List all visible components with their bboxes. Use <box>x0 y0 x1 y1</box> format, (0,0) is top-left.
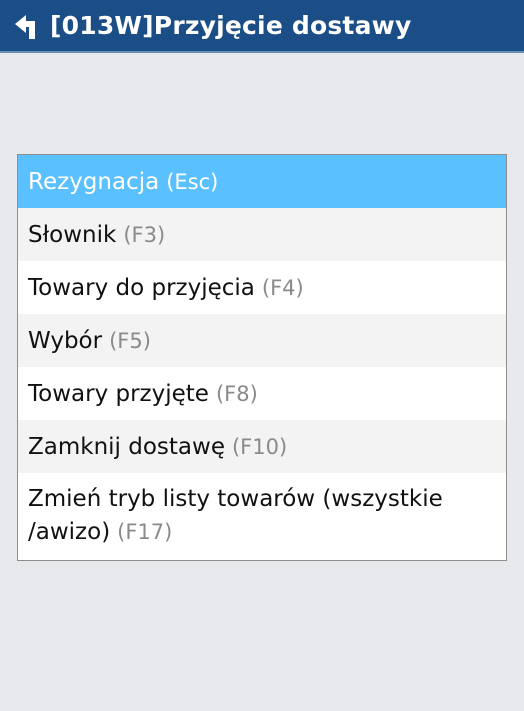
menu-item-shortcut: (F10) <box>231 434 288 459</box>
menu-item-label: Zmień tryb listy towarów (wszystkie /awi… <box>28 486 443 545</box>
menu-item-label: Wybór <box>28 327 103 354</box>
page-title: [013W]Przyjęcie dostawy <box>50 11 412 40</box>
title-bar: [013W]Przyjęcie dostawy <box>0 0 524 53</box>
context-menu: Rezygnacja (Esc) Słownik (F3) Towary do … <box>17 154 507 561</box>
back-button[interactable] <box>6 0 50 52</box>
menu-item-towary-przyjete[interactable]: Towary przyjęte (F8) <box>18 367 506 420</box>
menu-item-zmien-tryb-listy[interactable]: Zmień tryb listy towarów (wszystkie /awi… <box>18 473 506 560</box>
menu-item-shortcut: (F4) <box>261 275 304 300</box>
menu-item-text: Zmień tryb listy towarów (wszystkie /awi… <box>28 483 496 549</box>
menu-item-wybor[interactable]: Wybór (F5) <box>18 314 506 367</box>
menu-item-towary-do-przyjecia[interactable]: Towary do przyjęcia (F4) <box>18 261 506 314</box>
menu-item-slownik[interactable]: Słownik (F3) <box>18 208 506 261</box>
menu-item-label: Towary przyjęte <box>28 380 209 407</box>
menu-item-label: Rezygnacja <box>28 168 160 195</box>
menu-item-shortcut: (F17) <box>117 520 173 544</box>
menu-item-label: Towary do przyjęcia <box>28 274 255 301</box>
menu-item-rezygnacja[interactable]: Rezygnacja (Esc) <box>18 155 506 208</box>
menu-item-shortcut: (F3) <box>123 222 166 247</box>
menu-item-shortcut: (F8) <box>215 381 258 406</box>
menu-item-label: Zamknij dostawę <box>28 433 225 460</box>
menu-item-shortcut: (F5) <box>109 328 151 353</box>
return-arrow-icon <box>15 14 35 39</box>
menu-item-zamknij-dostawe[interactable]: Zamknij dostawę (F10) <box>18 420 506 473</box>
menu-item-shortcut: (Esc) <box>166 169 219 194</box>
menu-item-label: Słownik <box>28 221 117 248</box>
